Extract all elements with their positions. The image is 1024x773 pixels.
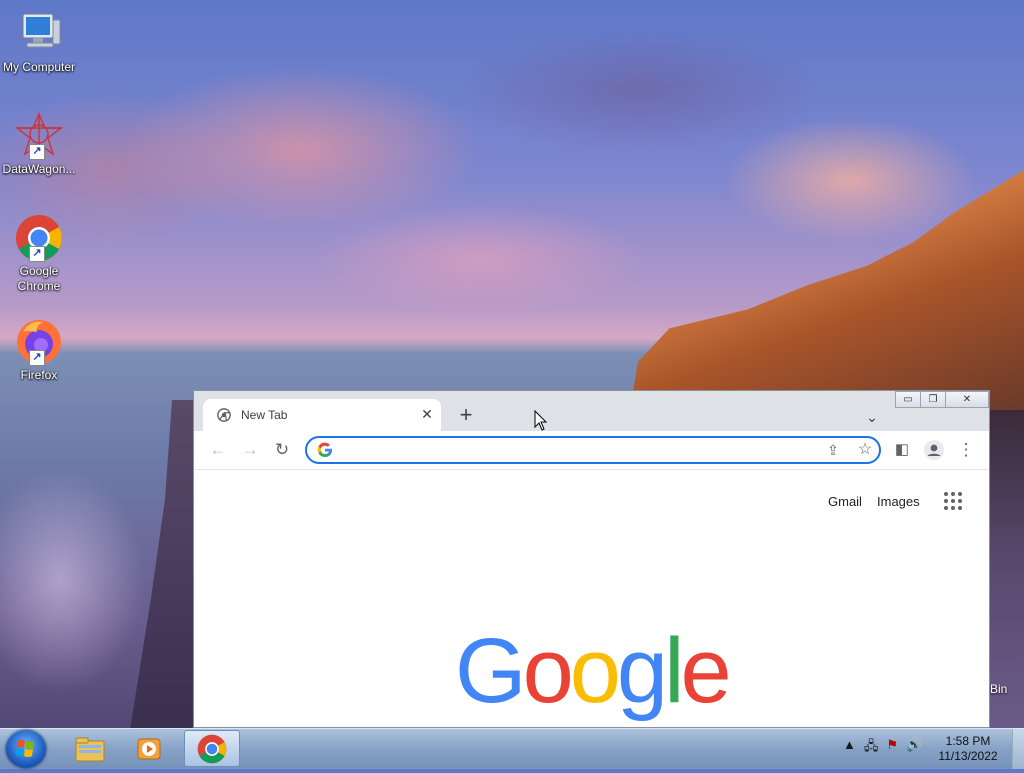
wallpaper-rocks: [630, 170, 1024, 410]
google-logo-letter: o: [570, 620, 617, 722]
google-logo: Google: [455, 625, 728, 717]
chrome-favicon-icon: [217, 408, 231, 422]
datawagon-icon: ↗: [15, 112, 63, 160]
google-apps-grid-icon[interactable]: [944, 492, 962, 510]
desktop-icon-label: Google Chrome: [14, 264, 64, 294]
media-player-icon: [135, 735, 165, 763]
profile-avatar-icon[interactable]: [922, 438, 946, 462]
google-logo-letter: o: [523, 620, 570, 722]
chrome-window: New Tab ✕ + ⌄ ▭ ❐ ✕ ← → ↻ ⇪ ☆ ◧: [193, 390, 990, 728]
reload-icon[interactable]: ↻: [270, 438, 294, 462]
windows-logo-icon: [6, 730, 46, 768]
taskbar: ▲ 🖧 ⚑ 🔊 1:58 PM 11/13/2022: [0, 728, 1024, 769]
clock[interactable]: 1:58 PM 11/13/2022: [930, 734, 1006, 764]
chrome-icon: ↗: [15, 214, 63, 262]
back-arrow-icon[interactable]: ←: [206, 438, 230, 462]
recycle-bin-label[interactable]: Bin: [990, 682, 1007, 696]
menu-dots-icon[interactable]: ⋮: [954, 438, 978, 462]
google-logo-letter: e: [681, 620, 728, 722]
close-tab-icon[interactable]: ✕: [417, 404, 437, 424]
new-tab-button[interactable]: +: [454, 404, 478, 428]
tab-new-tab[interactable]: New Tab ✕: [203, 399, 441, 431]
computer-icon: [15, 10, 63, 58]
taskbar-chrome[interactable]: [184, 730, 240, 767]
tab-search-chevron-icon[interactable]: ⌄: [860, 405, 884, 429]
shortcut-arrow-icon: ↗: [29, 144, 45, 160]
title-bar[interactable]: New Tab ✕ + ⌄ ▭ ❐ ✕: [194, 391, 989, 431]
google-g-icon: [317, 442, 333, 458]
system-tray: ▲ 🖧 ⚑ 🔊: [843, 737, 922, 759]
mouse-cursor-icon: [534, 410, 548, 432]
google-logo-letter: G: [455, 620, 523, 722]
google-logo-letter: l: [664, 620, 680, 722]
desktop-icon-label: Firefox: [0, 368, 78, 383]
shortcut-arrow-icon: ↗: [29, 350, 45, 366]
show-desktop-button[interactable]: [1012, 729, 1024, 769]
clock-date: 11/13/2022: [930, 749, 1006, 764]
desktop-icon-label: My Computer: [0, 60, 78, 75]
google-logo-letter: g: [617, 620, 664, 722]
desktop-icon-my-computer[interactable]: My Computer: [0, 10, 78, 75]
start-button[interactable]: [6, 730, 46, 768]
desktop-icon-label: DataWagon...: [0, 162, 78, 177]
images-link[interactable]: Images: [877, 494, 920, 509]
restore-button[interactable]: ❐: [920, 391, 946, 408]
close-window-button[interactable]: ✕: [945, 391, 989, 408]
gmail-link[interactable]: Gmail: [828, 494, 862, 509]
network-icon[interactable]: 🖧: [864, 737, 879, 759]
desktop-icon-firefox[interactable]: ↗ Firefox: [0, 318, 78, 383]
tab-title: New Tab: [241, 408, 287, 422]
minimize-button[interactable]: ▭: [895, 391, 921, 408]
wallpaper-right-edge: [990, 410, 1024, 728]
new-tab-page: Gmail Images Google: [194, 470, 989, 727]
window-controls: ▭ ❐ ✕: [896, 391, 989, 409]
firefox-icon: ↗: [15, 318, 63, 366]
clock-time: 1:58 PM: [930, 734, 1006, 749]
taskbar-media-player[interactable]: [122, 730, 178, 767]
desktop-icon-datawagon[interactable]: ↗ DataWagon...: [0, 112, 78, 177]
desktop-icon-google-chrome[interactable]: ↗ Google Chrome: [0, 214, 78, 294]
share-icon[interactable]: ⇪: [821, 439, 845, 461]
action-center-icon[interactable]: ⚑: [886, 737, 898, 759]
taskbar-explorer[interactable]: [62, 730, 118, 767]
chrome-icon: [197, 734, 227, 764]
shortcut-arrow-icon: ↗: [29, 246, 45, 262]
omnibox-input[interactable]: [341, 441, 805, 461]
show-hidden-icon[interactable]: ▲: [843, 737, 856, 759]
folder-icon: [74, 735, 106, 763]
side-panel-icon[interactable]: ◧: [890, 438, 914, 462]
browser-toolbar: ← → ↻ ⇪ ☆ ◧ ⋮: [194, 431, 989, 470]
volume-icon[interactable]: 🔊: [906, 737, 922, 759]
forward-arrow-icon[interactable]: →: [238, 438, 262, 462]
omnibox[interactable]: ⇪ ☆: [305, 436, 881, 464]
bookmark-star-icon[interactable]: ☆: [853, 439, 877, 461]
